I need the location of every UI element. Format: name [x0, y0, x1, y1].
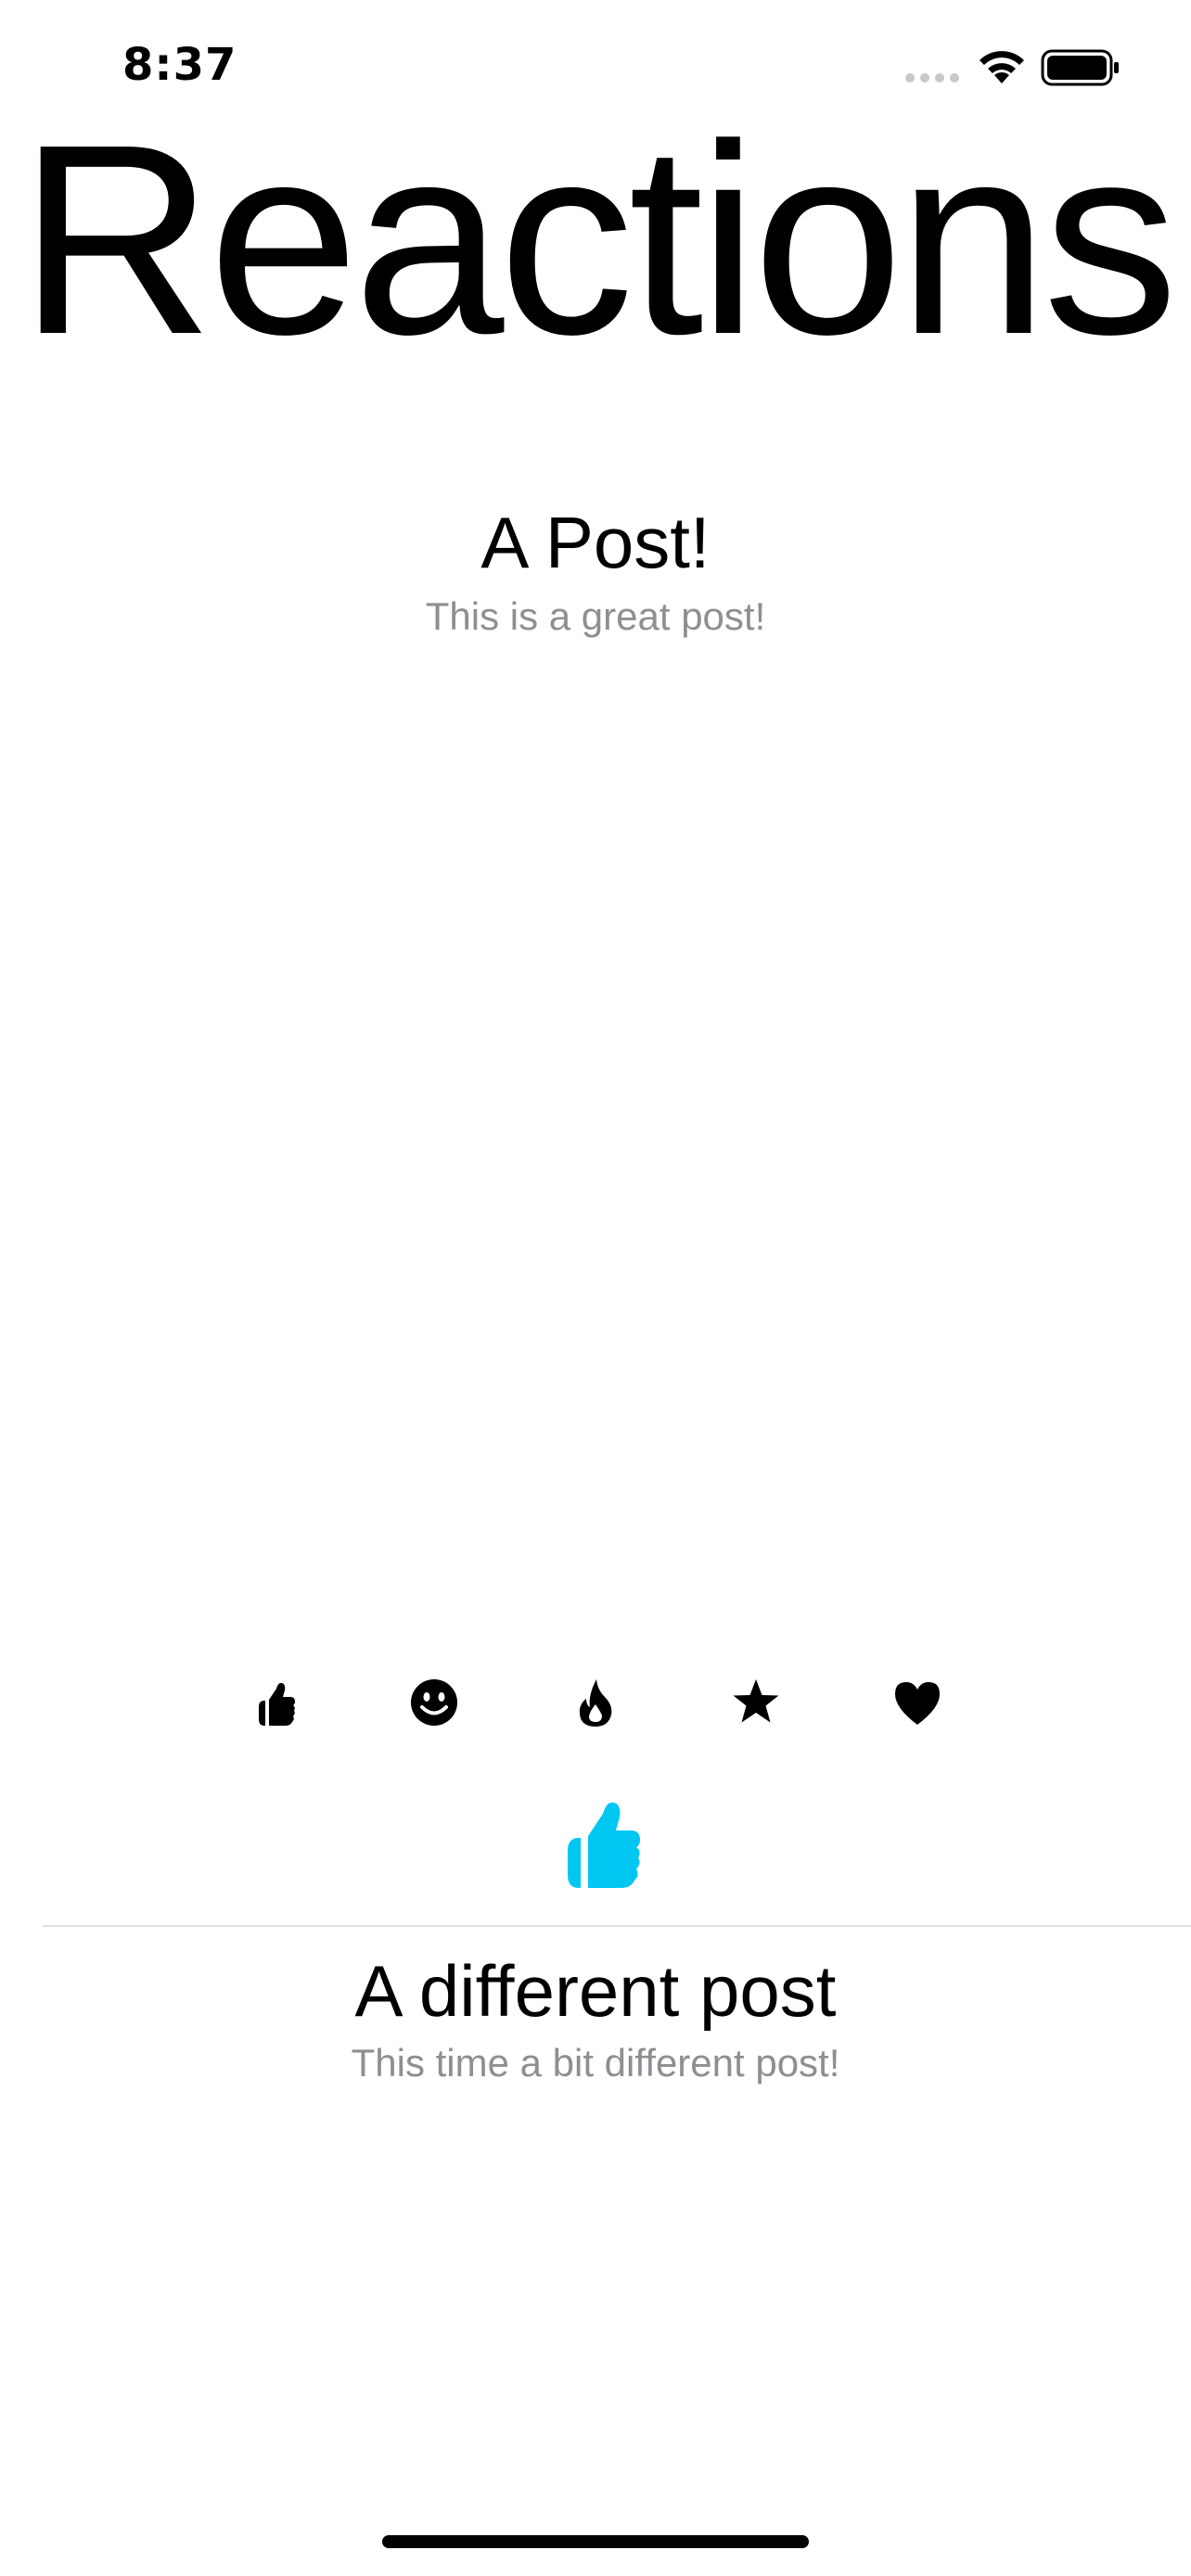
- reaction-thumbs-up-button[interactable]: [247, 1677, 299, 1728]
- status-time: 8:37: [122, 39, 237, 91]
- wifi-icon: [980, 51, 1024, 83]
- page-title: Reactions: [18, 88, 1178, 390]
- post-divider: [43, 1925, 1191, 1927]
- fire-icon: [579, 1679, 612, 1727]
- smile-icon: [411, 1679, 457, 1726]
- heart-icon: [895, 1682, 940, 1725]
- reaction-heart-button[interactable]: [891, 1677, 943, 1728]
- reaction-fire-button[interactable]: [570, 1677, 621, 1728]
- battery-icon: [1041, 49, 1119, 86]
- home-indicator[interactable]: [382, 2535, 809, 2548]
- signal-icon: [905, 73, 959, 83]
- reaction-smile-button[interactable]: [408, 1677, 460, 1728]
- thumbs-up-icon: [568, 1802, 640, 1888]
- thumbs-up-icon: [259, 1682, 295, 1726]
- post-title: A Post!: [480, 502, 711, 583]
- selected-reaction-button[interactable]: [544, 1790, 647, 1894]
- star-icon: [733, 1679, 779, 1723]
- post-title: A different post: [354, 1950, 837, 2032]
- reaction-star-button[interactable]: [730, 1677, 782, 1728]
- post-subtitle: This time a bit different post!: [351, 2041, 840, 2085]
- post-subtitle: This is a great post!: [425, 594, 766, 638]
